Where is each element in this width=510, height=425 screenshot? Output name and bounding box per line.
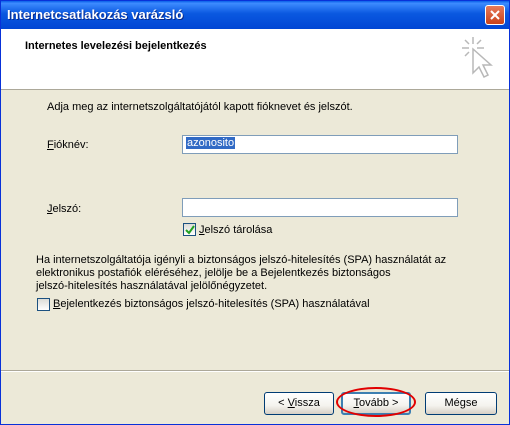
footer-separator — [1, 370, 509, 372]
account-name-input[interactable]: azonosito — [182, 135, 458, 154]
cancel-button[interactable]: Mégse — [425, 392, 497, 415]
password-label: Jelszó: — [47, 203, 82, 215]
title-bar[interactable]: Internetcsatlakozás varázsló — [1, 1, 509, 29]
spa-checkbox-label[interactable]: Bejelentkezés biztonságos jelszó-hiteles… — [53, 298, 370, 310]
account-name-value: azonosito — [186, 137, 236, 149]
spa-info-line-1: Ha internetszolgáltatója igényli a bizto… — [36, 254, 447, 266]
spa-checkbox[interactable] — [37, 298, 50, 311]
back-button[interactable]: < Vissza — [264, 392, 334, 415]
close-button[interactable] — [485, 5, 505, 25]
window-title: Internetcsatlakozás varázsló — [7, 7, 184, 22]
highlight-ellipse — [336, 387, 416, 417]
wizard-window: Internetcsatlakozás varázsló Internetes … — [0, 0, 510, 425]
password-input[interactable] — [182, 198, 458, 217]
close-icon — [490, 10, 500, 20]
account-label: Fióknév: — [47, 139, 89, 151]
checkmark-icon — [185, 225, 195, 235]
page-title: Internetes levelezési bejelentkezés — [25, 40, 207, 52]
intro-text: Adja meg az internetszolgáltatójától kap… — [47, 101, 353, 113]
remember-password-label[interactable]: Jelszó tárolása — [199, 224, 272, 236]
spa-info-line-3: jelszó-hitelesítés használatával jelölőn… — [36, 280, 268, 292]
wizard-header: Internetes levelezési bejelentkezés — [1, 29, 509, 90]
wizard-sparkle-icon — [462, 37, 493, 79]
remember-password-checkbox[interactable] — [183, 223, 196, 236]
spa-info-line-2: elektronikus postafiók eléréséhez, jelöl… — [36, 267, 391, 279]
